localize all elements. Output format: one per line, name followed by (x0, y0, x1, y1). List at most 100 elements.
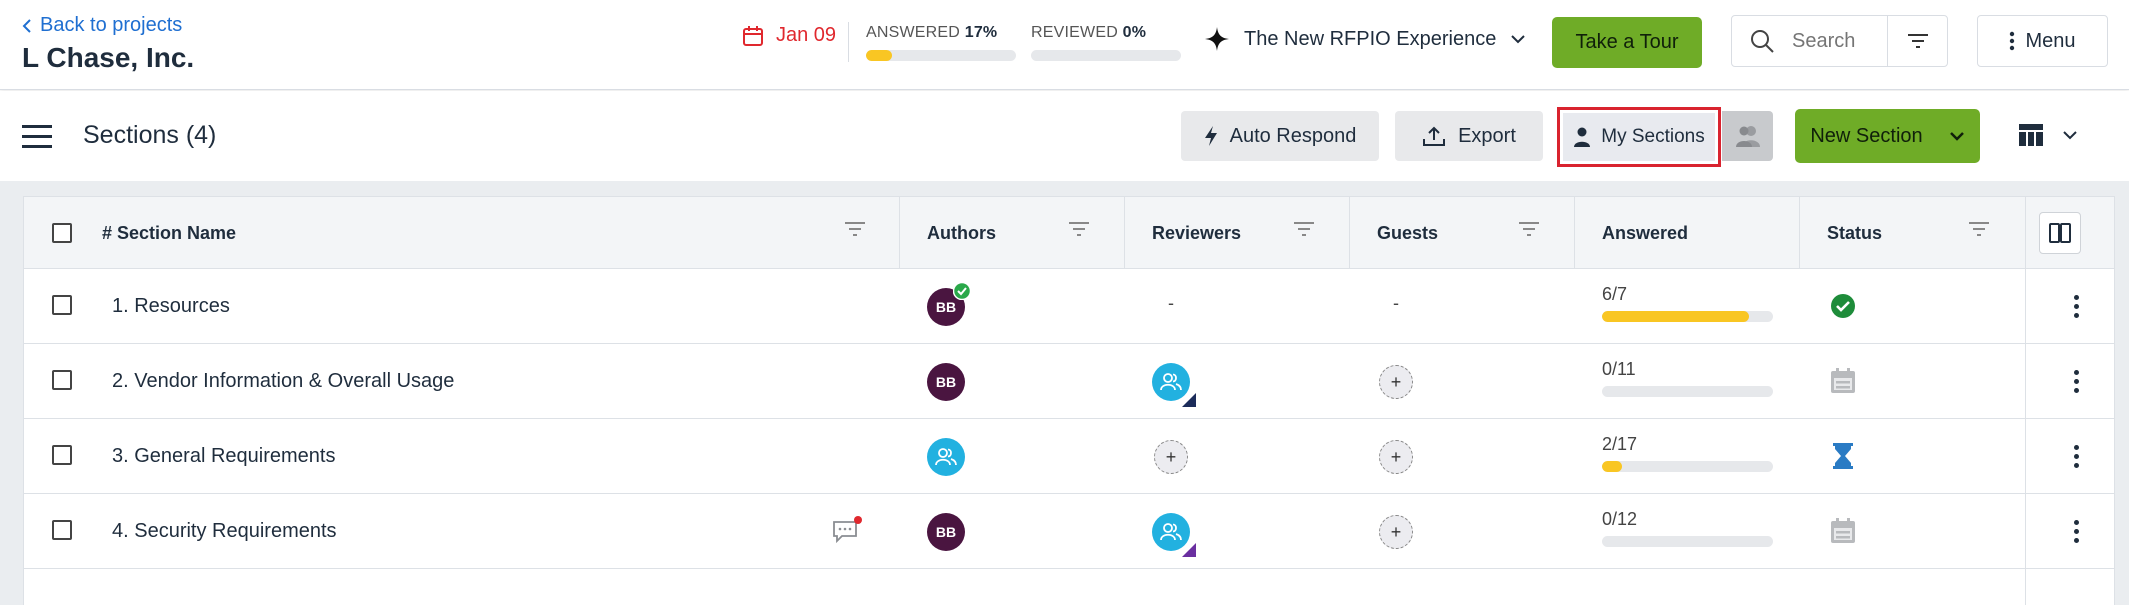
users-icon (1160, 373, 1182, 391)
author-group-avatar[interactable] (927, 438, 965, 476)
search-filter-button[interactable] (1887, 16, 1947, 66)
hourglass-icon (1833, 443, 1853, 469)
chevron-down-icon (1511, 35, 1526, 44)
columns-icon (2049, 223, 2071, 243)
new-section-button[interactable]: New Section (1795, 109, 1980, 163)
export-button[interactable]: Export (1395, 111, 1543, 161)
company-name: L Chase, Inc. (22, 42, 195, 73)
section-name[interactable]: 2. Vendor Information & Overall Usage (112, 370, 454, 393)
col-section-name[interactable]: # Section Name (102, 197, 236, 269)
menu-label: Menu (2025, 29, 2076, 52)
search-input[interactable] (1792, 29, 1887, 53)
col-authors[interactable]: Authors (927, 197, 996, 269)
calendar-status-icon (1831, 368, 1855, 393)
row-actions-button[interactable] (2064, 436, 2088, 476)
take-a-tour-button[interactable]: Take a Tour (1552, 17, 1702, 68)
row-checkbox[interactable] (52, 445, 72, 465)
table-row[interactable]: 1. Resources BB - - 6/7 (24, 269, 2114, 344)
corner-marker-icon (1182, 393, 1196, 407)
answered-fill (1602, 311, 1749, 322)
lightning-icon (1204, 126, 1217, 146)
new-section-label: New Section (1810, 124, 1923, 147)
reviewed-percent: 0% (1122, 24, 1147, 41)
author-avatar[interactable]: BB (927, 363, 965, 401)
table-layout-icon (2019, 124, 2043, 146)
row-actions-button[interactable] (2064, 286, 2088, 326)
sections-table: # Section Name Authors Reviewers Guests … (23, 196, 2115, 605)
add-guest-button[interactable]: + (1379, 365, 1413, 399)
answered-count: 2/17 (1602, 434, 1638, 454)
answered-track (1602, 536, 1773, 547)
filter-icon[interactable] (844, 221, 866, 237)
row-actions-button[interactable] (2064, 361, 2088, 401)
due-date-label: Jan 09 (776, 24, 837, 46)
col-status[interactable]: Status (1827, 197, 1882, 269)
auto-respond-button[interactable]: Auto Respond (1181, 111, 1379, 161)
table-row[interactable]: 2. Vendor Information & Overall Usage BB… (24, 344, 2114, 419)
col-reviewers[interactable]: Reviewers (1152, 197, 1241, 269)
answered-progress: ANSWERED 17% (866, 24, 1016, 61)
table-header: # Section Name Authors Reviewers Guests … (24, 197, 2114, 269)
upload-icon (1423, 126, 1446, 146)
experience-label: The New RFPIO Experience (1244, 27, 1497, 50)
column-view-button[interactable] (2039, 212, 2081, 254)
row-actions-button[interactable] (2064, 511, 2088, 551)
sparkle-icon (1205, 27, 1229, 51)
author-avatar[interactable]: BB (927, 282, 971, 326)
auto-respond-label: Auto Respond (1229, 124, 1357, 147)
calendar-status-icon (1831, 518, 1855, 543)
table-row[interactable]: 3. General Requirements + + 2/17 (24, 419, 2114, 494)
group-sections-button[interactable] (1722, 111, 1773, 161)
row-checkbox[interactable] (52, 370, 72, 390)
answered-count: 0/12 (1602, 509, 1638, 529)
answered-track (866, 50, 1016, 61)
users-icon (1735, 126, 1760, 147)
users-icon (1160, 523, 1182, 541)
answered-track (1602, 311, 1773, 322)
add-reviewer-button[interactable]: + (1154, 440, 1188, 474)
section-name[interactable]: 3. General Requirements (112, 445, 335, 468)
col-guests[interactable]: Guests (1377, 197, 1438, 269)
filter-icon[interactable] (1968, 221, 1990, 237)
back-to-projects-link[interactable]: Back to projects (22, 14, 182, 37)
select-all-checkbox[interactable] (52, 223, 72, 243)
menu-button[interactable]: Menu (1977, 15, 2108, 67)
answered-percent: 17% (964, 24, 998, 41)
filter-icon[interactable] (1068, 221, 1090, 237)
search-box (1731, 15, 1948, 67)
due-date[interactable]: Jan 09 (742, 24, 836, 47)
reviewer-group-avatar[interactable] (1152, 513, 1196, 557)
layout-switcher[interactable] (2018, 123, 2078, 147)
filter-icon[interactable] (1293, 221, 1315, 237)
back-link-label[interactable]: Back to projects (40, 14, 182, 37)
reviewed-track (1031, 50, 1181, 61)
reviewed-progress: REVIEWED 0% (1031, 24, 1181, 61)
section-name[interactable]: 1. Resources (112, 295, 230, 318)
col-answered[interactable]: Answered (1602, 197, 1688, 269)
users-icon (935, 448, 957, 466)
sections-toolbar: Sections (4) Auto Respond Export My Sect… (0, 91, 2129, 181)
my-sections-button[interactable]: My Sections (1563, 113, 1715, 161)
row-checkbox[interactable] (52, 520, 72, 540)
row-checkbox[interactable] (52, 295, 72, 315)
user-icon (1574, 127, 1591, 147)
sections-title: Sections (4) (83, 121, 217, 149)
add-guest-button[interactable]: + (1379, 440, 1413, 474)
add-guest-button[interactable]: + (1379, 515, 1413, 549)
reviewer-empty: - (1168, 293, 1174, 313)
hamburger-menu-icon[interactable] (22, 125, 52, 149)
kebab-icon (2010, 31, 2015, 51)
reviewed-label: REVIEWED (1031, 24, 1118, 41)
filter-icon[interactable] (1518, 221, 1540, 237)
guest-empty: - (1393, 293, 1399, 313)
experience-dropdown[interactable]: The New RFPIO Experience (1204, 26, 1526, 52)
comments-button[interactable] (832, 516, 862, 549)
reviewer-group-avatar[interactable] (1152, 363, 1196, 407)
answered-track (1602, 386, 1773, 397)
answered-fill (866, 50, 892, 61)
table-row[interactable]: 4. Security Requirements BB + 0/12 (24, 494, 2114, 569)
answered-label: ANSWERED (866, 24, 961, 41)
section-name[interactable]: 4. Security Requirements (112, 520, 337, 543)
author-avatar[interactable]: BB (927, 513, 965, 551)
answered-count: 6/7 (1602, 284, 1628, 304)
